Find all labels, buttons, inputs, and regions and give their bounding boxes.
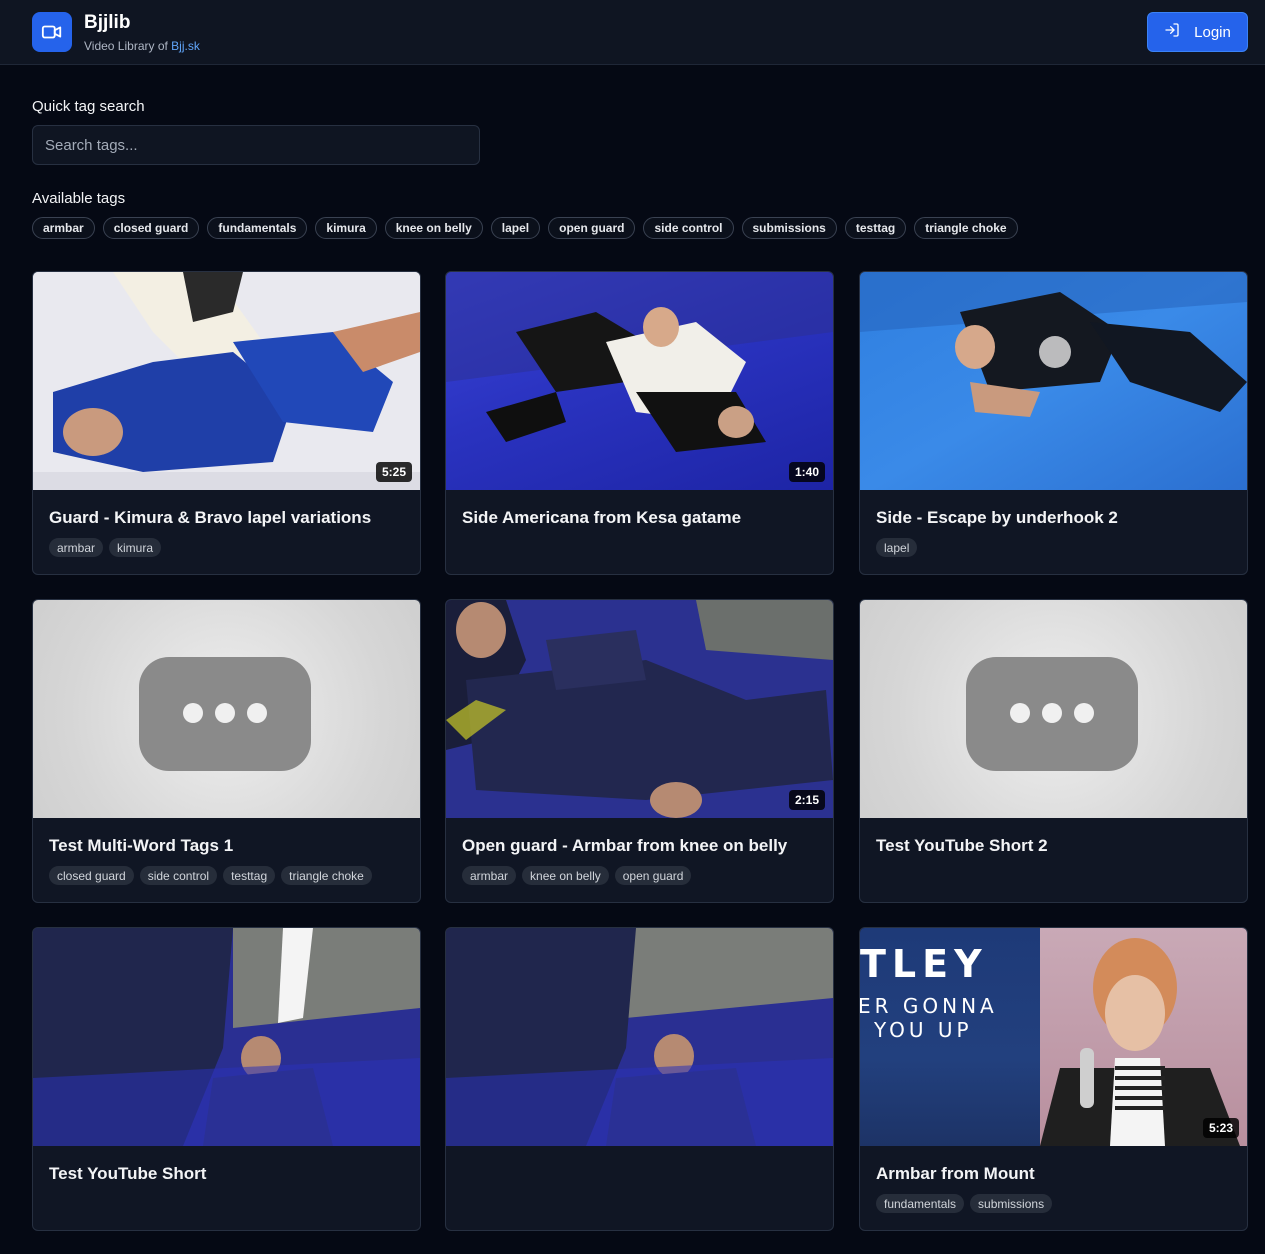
video-tags: armbar kimura <box>49 538 162 557</box>
video-card[interactable]: TLEY ER GONNA YOU UP 5:23 Armbar from Mo… <box>859 927 1248 1231</box>
video-tag[interactable]: side control <box>139 866 218 885</box>
quick-tag-search-label: Quick tag search <box>32 98 145 115</box>
video-tag[interactable]: triangle choke <box>281 866 372 885</box>
tag-chip[interactable]: triangle choke <box>914 217 1018 239</box>
tag-chip[interactable]: knee on belly <box>384 217 483 239</box>
video-camera-icon[interactable] <box>32 12 72 52</box>
login-button[interactable]: Login <box>1147 12 1248 52</box>
youtube-placeholder-icon <box>137 655 313 778</box>
thumbnail-right-panel <box>1040 928 1247 1146</box>
app-subtitle: Video Library of Bjj.sk <box>84 39 200 53</box>
video-card[interactable] <box>445 927 834 1231</box>
video-tag[interactable]: submissions <box>970 1194 1053 1213</box>
youtube-placeholder-icon <box>964 655 1140 778</box>
available-tags-label: Available tags <box>32 190 126 207</box>
available-tags-list: armbar closed guard fundamentals kimura … <box>32 217 1018 239</box>
tag-search-input[interactable] <box>32 125 480 165</box>
video-tag[interactable]: closed guard <box>49 866 134 885</box>
video-title[interactable]: Side Americana from Kesa gatame <box>462 508 741 528</box>
video-title[interactable]: Test Multi-Word Tags 1 <box>49 836 233 856</box>
tag-chip[interactable]: submissions <box>741 217 837 239</box>
video-duration: 2:15 <box>788 790 825 810</box>
app-title[interactable]: Bjjlib <box>84 12 130 34</box>
video-title[interactable]: Test YouTube Short <box>49 1164 206 1184</box>
video-card[interactable]: 2:15 Open guard - Armbar from knee on be… <box>445 599 834 903</box>
login-label: Login <box>1194 23 1231 41</box>
video-thumbnail[interactable] <box>860 600 1247 818</box>
video-tag[interactable]: armbar <box>462 866 517 885</box>
tag-chip[interactable]: kimura <box>315 217 377 239</box>
video-tag[interactable]: testtag <box>223 866 276 885</box>
video-thumbnail[interactable] <box>33 928 420 1146</box>
thumbnail-text-line3: YOU UP <box>874 1018 973 1042</box>
tag-chip[interactable]: side control <box>643 217 734 239</box>
video-tags: closed guard side control testtag triang… <box>49 866 372 885</box>
video-thumbnail[interactable] <box>33 600 420 818</box>
tag-chip[interactable]: closed guard <box>102 217 200 239</box>
video-tag[interactable]: kimura <box>109 538 162 557</box>
tag-chip[interactable]: testtag <box>844 217 907 239</box>
video-duration: 5:25 <box>375 462 412 482</box>
thumbnail-left-panel: TLEY ER GONNA YOU UP <box>860 928 1040 1146</box>
tag-chip[interactable]: fundamentals <box>207 217 308 239</box>
video-card[interactable]: 5:25 Guard - Kimura & Bravo lapel variat… <box>32 271 421 575</box>
video-thumbnail[interactable]: 2:15 <box>446 600 833 818</box>
app-header: Bjjlib Video Library of Bjj.sk Login <box>0 0 1265 65</box>
thumbnail-text-line1: TLEY <box>860 942 988 986</box>
video-card[interactable]: Test Multi-Word Tags 1 closed guard side… <box>32 599 421 903</box>
video-title[interactable]: Test YouTube Short 2 <box>876 836 1048 856</box>
video-card[interactable]: 1:40 Side Americana from Kesa gatame <box>445 271 834 575</box>
tag-chip[interactable]: armbar <box>32 217 95 239</box>
video-card[interactable]: Side - Escape by underhook 2 lapel <box>859 271 1248 575</box>
subtitle-text: Video Library of <box>84 39 172 53</box>
video-card[interactable]: Test YouTube Short <box>32 927 421 1231</box>
video-thumbnail[interactable] <box>860 272 1247 490</box>
login-arrow-icon <box>1164 22 1180 42</box>
video-title[interactable]: Side - Escape by underhook 2 <box>876 508 1118 528</box>
thumbnail-text-line2: ER GONNA <box>860 994 998 1018</box>
video-thumbnail[interactable]: 1:40 <box>446 272 833 490</box>
video-tag[interactable]: fundamentals <box>876 1194 965 1213</box>
video-title[interactable]: Open guard - Armbar from knee on belly <box>462 836 787 856</box>
video-tag[interactable]: lapel <box>876 538 918 557</box>
video-tags: fundamentals submissions <box>876 1194 1053 1213</box>
tag-chip[interactable]: lapel <box>490 217 541 239</box>
video-duration: 5:23 <box>1202 1118 1239 1138</box>
video-title[interactable]: Armbar from Mount <box>876 1164 1035 1184</box>
video-tags: lapel <box>876 538 918 557</box>
video-thumbnail[interactable]: TLEY ER GONNA YOU UP 5:23 <box>860 928 1247 1146</box>
video-duration: 1:40 <box>788 462 825 482</box>
video-title[interactable]: Guard - Kimura & Bravo lapel variations <box>49 508 371 528</box>
video-tag[interactable]: open guard <box>614 866 692 885</box>
video-thumbnail[interactable]: 5:25 <box>33 272 420 490</box>
video-thumbnail[interactable] <box>446 928 833 1146</box>
tag-chip[interactable]: open guard <box>548 217 636 239</box>
video-tags: armbar knee on belly open guard <box>462 866 692 885</box>
video-card[interactable]: Test YouTube Short 2 <box>859 599 1248 903</box>
video-tag[interactable]: armbar <box>49 538 104 557</box>
video-tag[interactable]: knee on belly <box>522 866 609 885</box>
bjj-sk-link[interactable]: Bjj.sk <box>171 39 200 53</box>
